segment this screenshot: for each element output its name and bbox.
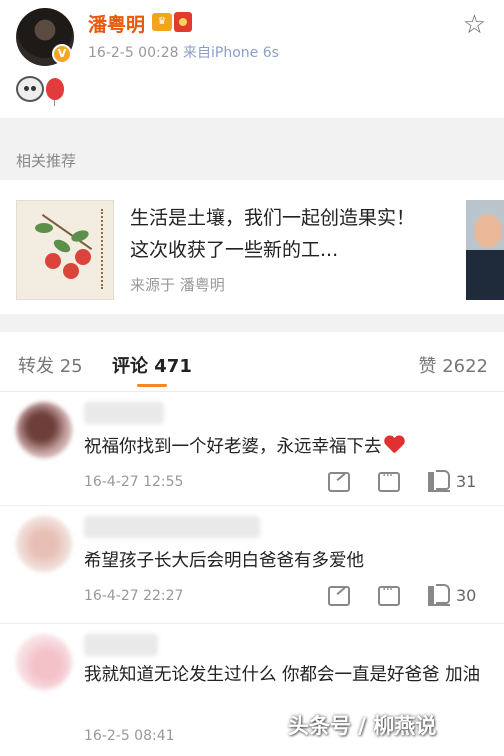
comment-time: 16-4-27 22:27 bbox=[84, 588, 184, 604]
photo-face bbox=[474, 214, 502, 248]
cow-icon bbox=[16, 76, 44, 102]
comment-time: 16-2-5 08:41 bbox=[84, 728, 175, 744]
commenter-avatar[interactable] bbox=[16, 402, 72, 458]
recommend-thumbnail-2[interactable] bbox=[466, 200, 504, 300]
thumbs-up-icon[interactable] bbox=[428, 470, 450, 492]
commenter-name-blurred[interactable] bbox=[84, 402, 164, 424]
commenter-name-blurred[interactable] bbox=[84, 516, 260, 538]
author-name[interactable]: 潘粤明 bbox=[88, 10, 145, 37]
reply-icon[interactable] bbox=[378, 582, 400, 606]
tab-comments[interactable]: 评论 471 bbox=[112, 352, 192, 378]
like-count: 31 bbox=[456, 472, 477, 491]
post-meta: 16-2-5 00:28 来自iPhone 6s bbox=[88, 42, 279, 62]
recommend-title: 生活是土壤，我们一起创造果实！这次收获了一些新的工... bbox=[130, 207, 416, 261]
star-outline-icon[interactable]: ☆ bbox=[463, 12, 486, 38]
commenter-avatar[interactable] bbox=[16, 634, 72, 690]
section-divider bbox=[0, 314, 504, 332]
comment-text: 祝福你找到一个好老婆，永远幸福下去 bbox=[84, 432, 484, 462]
commenter-avatar[interactable] bbox=[16, 516, 72, 572]
painting-peach bbox=[75, 249, 91, 265]
post-content bbox=[16, 76, 64, 106]
comment-text: 希望孩子长大后会明白爸爸有多爱他 bbox=[84, 551, 364, 571]
red-envelope-icon bbox=[174, 12, 192, 32]
painting-calligraphy bbox=[101, 209, 107, 289]
tab-repost[interactable]: 转发 25 bbox=[18, 352, 83, 378]
recommend-header-label: 相关推荐 bbox=[16, 152, 77, 170]
post-source: 来自iPhone 6s bbox=[182, 45, 279, 61]
recommend-source: 来源于 潘粤明 bbox=[130, 276, 225, 294]
repost-icon[interactable] bbox=[328, 586, 350, 606]
interaction-tabs: 转发 25 评论 471 赞 2622 bbox=[0, 332, 504, 392]
comment-text: 我就知道无论发生过什么 你都会一直是好爸爸 加油 bbox=[84, 665, 481, 685]
thumbs-up-icon[interactable] bbox=[428, 584, 450, 606]
commenter-name-blurred[interactable] bbox=[84, 634, 158, 656]
comment-text-content: 祝福你找到一个好老婆，永远幸福下去 bbox=[84, 437, 382, 457]
tab-likes[interactable]: 赞 2622 bbox=[418, 352, 488, 378]
section-divider bbox=[0, 118, 504, 138]
weibo-post-header: V 潘粤明 ♛ 16-2-5 00:28 来自iPhone 6s ☆ bbox=[0, 0, 504, 118]
heart-icon bbox=[384, 436, 404, 454]
repost-icon[interactable] bbox=[328, 472, 350, 492]
vip-crown-icon: ♛ bbox=[152, 13, 172, 31]
comment-time: 16-4-27 12:55 bbox=[84, 474, 184, 490]
comment-actions: 31 bbox=[328, 468, 488, 496]
painting-peach bbox=[45, 253, 61, 269]
painting-leaf bbox=[35, 223, 53, 233]
comment-actions: 30 bbox=[328, 582, 488, 610]
comment-item: 祝福你找到一个好老婆，永远幸福下去 16-4-27 12:55 31 bbox=[0, 392, 504, 506]
painting-peach bbox=[63, 263, 79, 279]
active-tab-indicator bbox=[137, 384, 167, 387]
recommend-thumbnail bbox=[16, 200, 114, 300]
painting-leaf bbox=[51, 237, 73, 255]
recommend-card[interactable]: 生活是土壤，我们一起创造果实！这次收获了一些新的工... 来源于 潘粤明 bbox=[0, 180, 504, 314]
photo-body bbox=[466, 250, 504, 300]
balloon-icon bbox=[46, 78, 64, 106]
comment-item: 希望孩子长大后会明白爸爸有多爱他 16-4-27 22:27 30 bbox=[0, 506, 504, 624]
recommend-header: 相关推荐 bbox=[0, 138, 504, 180]
watermark: 头条号 / 柳燕说 bbox=[288, 714, 437, 738]
verified-badge-icon: V bbox=[52, 44, 72, 64]
like-count: 30 bbox=[456, 586, 477, 605]
post-timestamp: 16-2-5 00:28 bbox=[88, 45, 179, 61]
reply-icon[interactable] bbox=[378, 468, 400, 492]
